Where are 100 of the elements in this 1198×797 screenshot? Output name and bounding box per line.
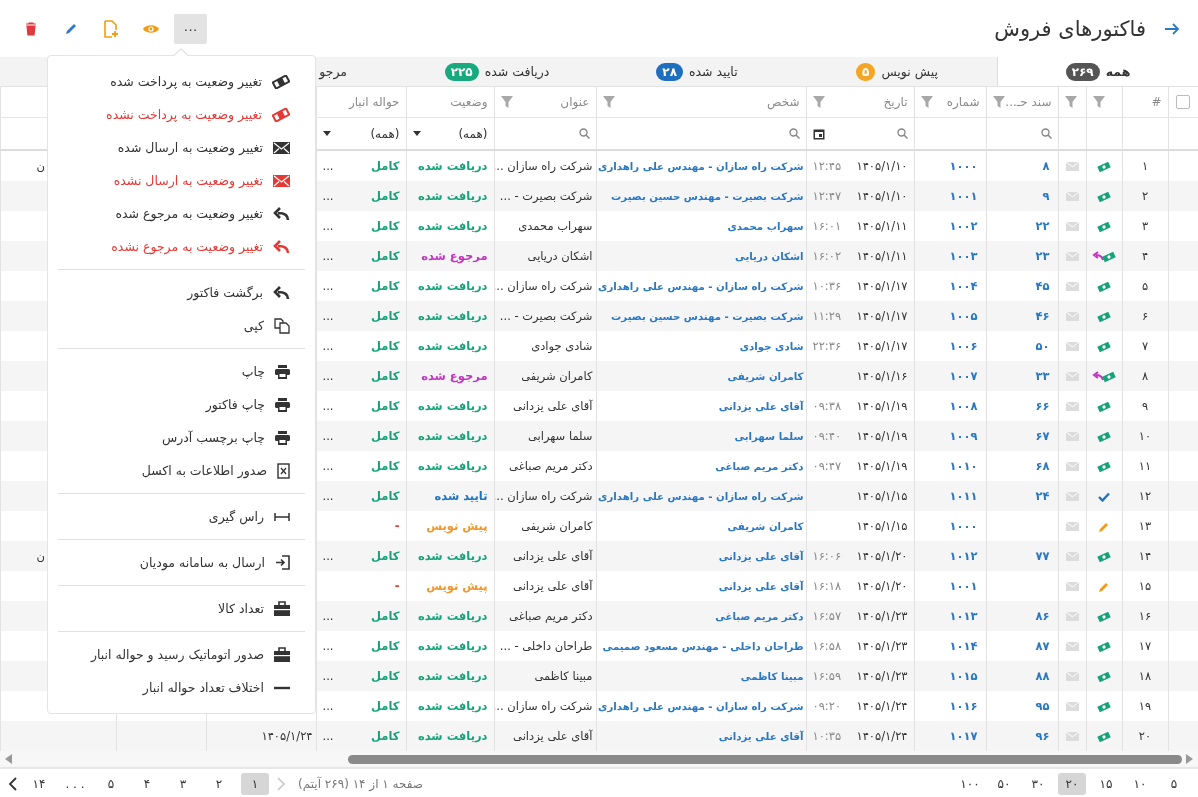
tab[interactable]: دریافت شده ۲۲۵: [397, 57, 597, 86]
filter-icon[interactable]: [602, 96, 615, 108]
page-number[interactable]: ۳: [169, 772, 197, 795]
document-number[interactable]: ۳۳: [1035, 369, 1050, 383]
document-number[interactable]: ۲۲: [1035, 219, 1050, 233]
more-link[interactable]: ...: [322, 249, 334, 263]
invoice-number[interactable]: ۱۰۰۳: [949, 249, 978, 263]
invoice-number[interactable]: ۱۰۱۵: [949, 669, 978, 683]
menu-item[interactable]: چاپ برچسب آدرس: [48, 421, 315, 454]
scrollbar-thumb[interactable]: [348, 754, 1182, 764]
more-link[interactable]: ...: [322, 159, 334, 173]
person-link[interactable]: کامران شریفی: [727, 520, 804, 532]
more-link[interactable]: ...: [322, 369, 334, 383]
more-link[interactable]: ...: [322, 459, 334, 473]
tab[interactable]: همه ۲۶۹: [997, 57, 1198, 86]
page-number[interactable]: ۲: [205, 772, 233, 795]
more-button[interactable]: ···: [174, 13, 207, 44]
invoice-number[interactable]: ۱۰۰۲: [949, 219, 978, 233]
person-link[interactable]: شادی جوادی: [739, 340, 804, 352]
invoice-number[interactable]: ۱۰۰۰: [949, 159, 978, 173]
tab[interactable]: پیش نویس ۵: [797, 57, 997, 86]
person-link[interactable]: شرکت راه سازان - مهندس علی راهداری: [598, 160, 804, 172]
document-number[interactable]: ۶۶: [1035, 399, 1050, 413]
person-link[interactable]: سلما سهرابی: [734, 430, 804, 442]
menu-item[interactable]: برگشت فاکتور: [48, 276, 315, 309]
menu-item[interactable]: چاپ: [48, 355, 315, 388]
person-link[interactable]: آقای علی یزدانی: [718, 550, 804, 562]
document-number[interactable]: ۹۶: [1035, 729, 1050, 743]
invoice-number[interactable]: ۱۰۰۱: [949, 189, 978, 203]
document-number[interactable]: ۹۵: [1035, 699, 1050, 713]
document-number[interactable]: ۸۸: [1035, 669, 1050, 683]
more-link[interactable]: ...: [322, 339, 334, 353]
select-all-checkbox[interactable]: [1176, 95, 1191, 110]
document-number[interactable]: ۴۵: [1035, 279, 1050, 293]
menu-item[interactable]: صدور اطلاعات به اکسل: [48, 454, 315, 487]
next-page-icon[interactable]: [8, 776, 17, 791]
filter-icon[interactable]: [992, 96, 1005, 108]
menu-item[interactable]: تغییر وضعیت به مرجوع نشده: [48, 230, 315, 263]
person-link[interactable]: شرکت راه سازان - مهندس علی راهداری: [598, 280, 804, 292]
page-size-option[interactable]: ۱۰: [1126, 772, 1154, 795]
page-size-option[interactable]: ۳۰: [1024, 772, 1052, 795]
document-number[interactable]: ۲۳: [1035, 249, 1050, 263]
page-number[interactable]: ۵: [97, 772, 125, 795]
page-number[interactable]: ۴: [133, 772, 161, 795]
more-link[interactable]: ...: [322, 549, 334, 563]
invoice-number[interactable]: ۱۰۰۰: [949, 519, 978, 533]
page-size-option[interactable]: ۵۰: [990, 772, 1018, 795]
menu-item[interactable]: چاپ فاکتور: [48, 388, 315, 421]
person-link[interactable]: دکتر مریم صباغی: [715, 460, 804, 472]
date-filter-field[interactable]: [812, 127, 908, 140]
more-link[interactable]: ...: [322, 399, 334, 413]
more-link[interactable]: ...: [322, 489, 334, 503]
document-number[interactable]: ۸: [1042, 159, 1050, 173]
person-link[interactable]: کامران شریفی: [727, 370, 804, 382]
person-link[interactable]: طراحان داخلی - مهندس مسعود صمیمی: [602, 640, 804, 652]
filter-icon[interactable]: [500, 96, 513, 108]
document-number[interactable]: ۷۷: [1035, 549, 1050, 563]
person-link[interactable]: مبینا کاظمی: [740, 670, 804, 682]
menu-item[interactable]: تغییر وضعیت به ارسال نشده: [48, 164, 315, 197]
document-number[interactable]: ۴۶: [1035, 309, 1050, 323]
more-link[interactable]: ...: [322, 639, 334, 653]
document-number[interactable]: ۲۴: [1035, 489, 1050, 503]
menu-item[interactable]: تغییر وضعیت به مرجوع شده: [48, 197, 315, 230]
invoice-number[interactable]: ۱۰۱۶: [949, 699, 978, 713]
person-link[interactable]: آقای علی یزدانی: [718, 730, 804, 742]
filter-icon[interactable]: [1064, 96, 1077, 108]
person-link[interactable]: آقای علی یزدانی: [718, 580, 804, 592]
more-link[interactable]: ...: [322, 609, 334, 623]
filter-icon[interactable]: [812, 96, 825, 108]
person-link[interactable]: اشکان دریایی: [735, 250, 804, 262]
person-link[interactable]: سهراب محمدی: [727, 220, 804, 232]
menu-item[interactable]: کپی: [48, 309, 315, 342]
more-link[interactable]: ...: [322, 669, 334, 683]
menu-item[interactable]: صدور اتوماتیک رسید و حواله انبار: [48, 638, 315, 671]
invoice-number[interactable]: ۱۰۱۳: [949, 609, 978, 623]
page-size-option[interactable]: ۱۰۰: [956, 772, 984, 795]
menu-item[interactable]: تغییر وضعیت به پرداخت شده: [48, 65, 315, 98]
more-link[interactable]: ...: [322, 429, 334, 443]
filter-icon[interactable]: [920, 96, 933, 108]
more-link[interactable]: ...: [322, 279, 334, 293]
menu-item[interactable]: اختلاف تعداد حواله انبار: [48, 671, 315, 704]
invoice-number[interactable]: ۱۰۱۱: [949, 489, 978, 503]
invoice-number[interactable]: ۱۰۱۰: [949, 459, 978, 473]
document-number[interactable]: ۹: [1042, 189, 1050, 203]
invoice-number[interactable]: ۱۰۰۷: [949, 369, 978, 383]
invoice-number[interactable]: ۱۰۰۸: [949, 399, 978, 413]
scroll-left-icon[interactable]: [4, 754, 12, 764]
filter-icon[interactable]: [1092, 96, 1105, 108]
menu-item[interactable]: تغییر وضعیت به پرداخت نشده: [48, 98, 315, 131]
filter-dropdown[interactable]: (همه): [322, 126, 400, 141]
invoice-number[interactable]: ۱۰۱۴: [949, 639, 978, 653]
person-link[interactable]: آقای علی یزدانی: [718, 400, 804, 412]
filter-dropdown[interactable]: (همه): [412, 126, 488, 141]
document-number[interactable]: ۶۸: [1035, 459, 1050, 473]
invoice-number[interactable]: ۱۰۱۷: [949, 729, 978, 743]
invoice-number[interactable]: ۱۰۰۹: [949, 429, 978, 443]
page-number[interactable]: ۱۴: [25, 772, 53, 795]
menu-item[interactable]: ارسال به سامانه مودیان: [48, 546, 315, 579]
tab[interactable]: تایید شده ۲۸: [597, 57, 797, 86]
more-link[interactable]: ...: [322, 729, 334, 743]
